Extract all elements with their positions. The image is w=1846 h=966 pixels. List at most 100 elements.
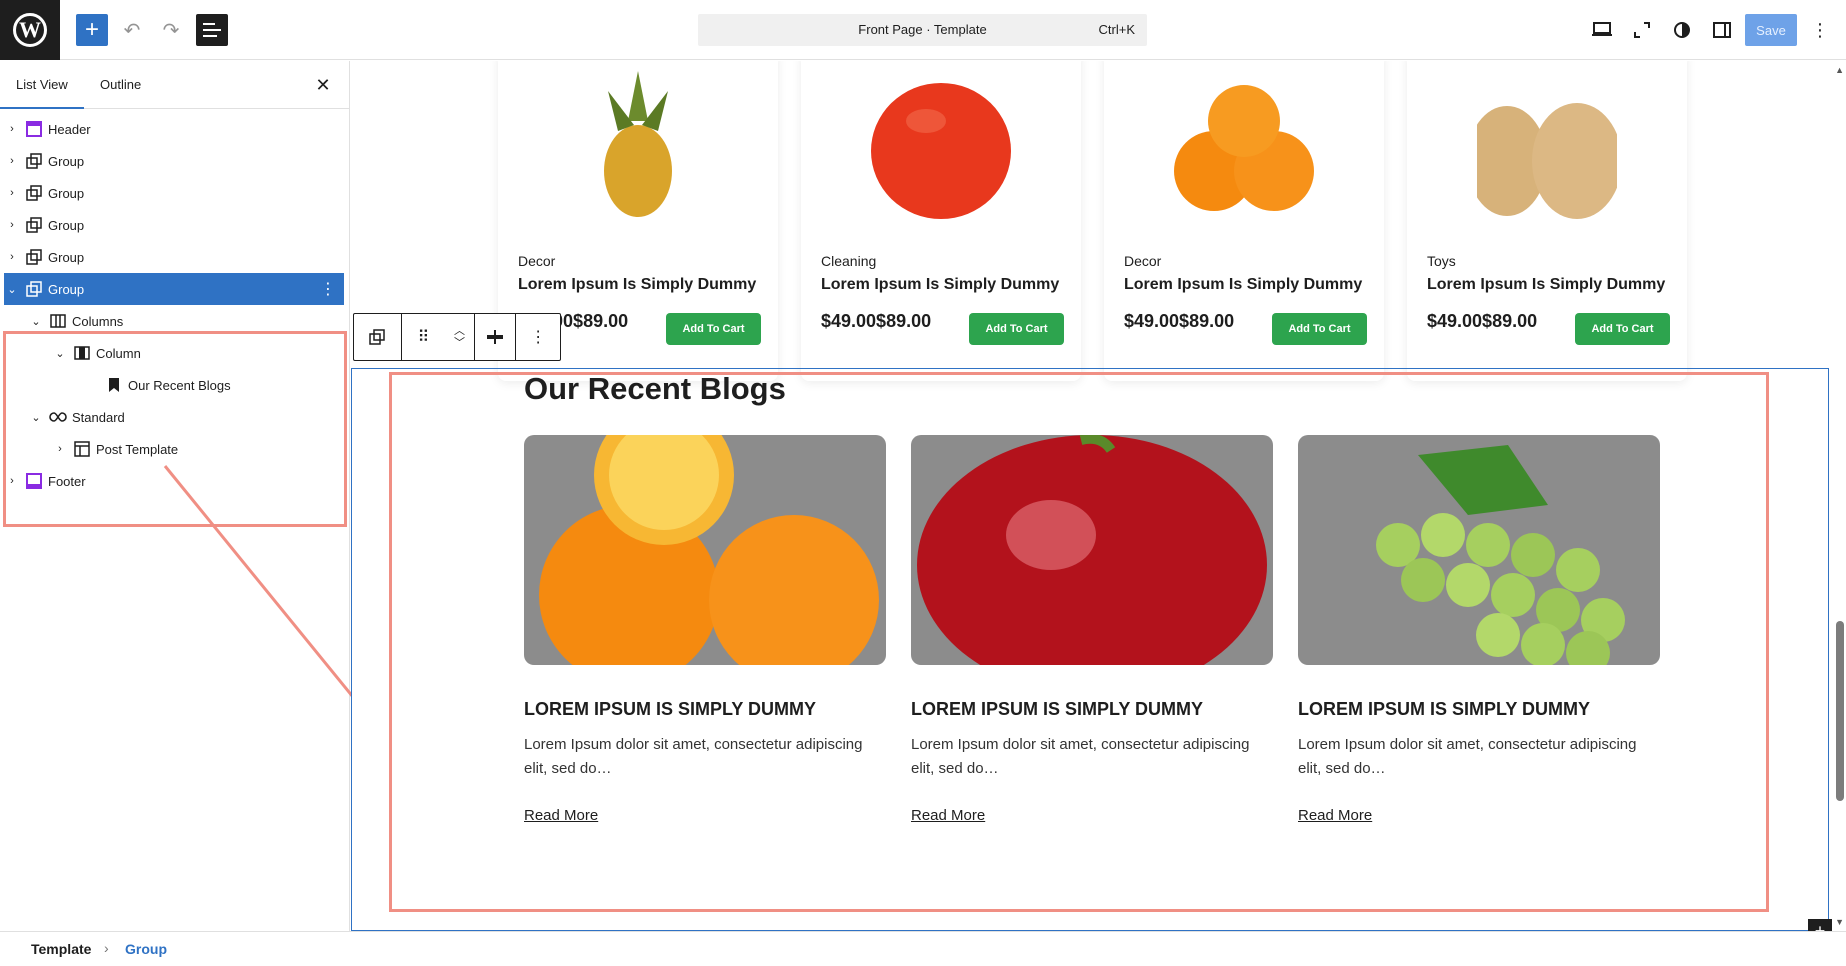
- pineapple-image: [604, 71, 672, 217]
- document-overview-button[interactable]: [196, 14, 228, 46]
- list-item-group[interactable]: › Group: [4, 209, 344, 241]
- header-icon: [24, 119, 44, 139]
- more-vertical-icon: ⋮: [1811, 19, 1829, 40]
- blogs-heading[interactable]: Our Recent Blogs: [524, 371, 786, 407]
- plus-icon: +: [84, 16, 99, 43]
- tab-outline[interactable]: Outline: [84, 61, 157, 109]
- blog-title[interactable]: LOREM IPSUM IS SIMPLY DUMMY: [911, 699, 1203, 720]
- redo-icon: ↷: [162, 19, 180, 42]
- columns-icon: [48, 311, 68, 331]
- product-price: $49.00$89.00: [1124, 311, 1235, 331]
- chevron-down-icon[interactable]: ⌄: [28, 315, 44, 328]
- group-icon: [369, 329, 386, 345]
- command-shortcut: Ctrl+K: [1098, 22, 1135, 37]
- styles-button[interactable]: [1666, 14, 1698, 46]
- group-icon: [24, 279, 44, 299]
- undo-button[interactable]: ↶: [116, 14, 148, 46]
- list-item-label: Group: [48, 249, 85, 265]
- product-card: Cleaning Lorem Ipsum Is Simply Dummy $49…: [801, 61, 1081, 381]
- block-inserter-button[interactable]: +: [76, 14, 108, 46]
- list-item-label: Columns: [72, 313, 124, 329]
- product-card: Decor Lorem Ipsum Is Simply Dummy $49.00…: [1104, 61, 1384, 381]
- product-title[interactable]: Lorem Ipsum Is Simply Dummy: [1124, 276, 1362, 294]
- chevron-right-icon[interactable]: ›: [4, 187, 20, 199]
- sidebar-tabs: List View Outline ✕: [0, 61, 349, 109]
- close-icon[interactable]: ✕: [313, 75, 333, 95]
- chevron-right-icon[interactable]: ›: [4, 123, 20, 135]
- read-more-link[interactable]: Read More: [1298, 807, 1372, 824]
- list-item-label: Group: [48, 217, 85, 233]
- list-item-group[interactable]: › Group: [4, 177, 344, 209]
- add-to-cart-button[interactable]: Add To Cart: [666, 313, 761, 345]
- scroll-down-icon[interactable]: ▼: [1835, 917, 1844, 927]
- breadcrumb: Template › Group: [0, 931, 1846, 966]
- list-item-label: Group: [48, 153, 85, 169]
- blog-title[interactable]: LOREM IPSUM IS SIMPLY DUMMY: [1298, 699, 1590, 720]
- list-item-label: Group: [48, 281, 85, 297]
- blog-post-card: LOREM IPSUM IS SIMPLY DUMMY Lorem Ipsum …: [524, 435, 886, 824]
- add-to-cart-button[interactable]: Add To Cart: [1272, 313, 1367, 345]
- scroll-thumb[interactable]: [1836, 621, 1844, 801]
- chevron-right-icon[interactable]: ›: [4, 155, 20, 167]
- chevron-right-icon: ›: [104, 940, 109, 956]
- blog-image-apple: [911, 435, 1273, 665]
- zoom-out-button[interactable]: [1626, 14, 1658, 46]
- block-type-button[interactable]: [354, 314, 402, 360]
- product-price: $49.00$89.00: [1427, 311, 1538, 331]
- blog-excerpt: Lorem Ipsum dolor sit amet, consectetur …: [1298, 736, 1637, 777]
- align-center-icon: [487, 330, 504, 344]
- read-more-link[interactable]: Read More: [911, 807, 985, 824]
- chevron-down-icon[interactable]: ⌄: [4, 283, 20, 296]
- chevron-right-icon[interactable]: ›: [4, 251, 20, 263]
- block-options-button[interactable]: ⋮: [516, 314, 560, 360]
- product-price: $49.00$89.00: [821, 311, 932, 331]
- command-palette-button[interactable]: Front Page · Template Ctrl+K: [698, 14, 1147, 46]
- canvas-scrollbar[interactable]: ▲ ▼: [1832, 61, 1846, 931]
- chevron-down-icon: ﹀: [453, 337, 465, 349]
- group-icon: [24, 247, 44, 267]
- wordpress-logo-button[interactable]: W: [0, 0, 60, 60]
- list-item-label: Header: [48, 121, 91, 137]
- more-vertical-icon[interactable]: ⋮: [320, 279, 336, 299]
- save-button[interactable]: Save: [1745, 14, 1797, 46]
- options-menu-button[interactable]: ⋮: [1804, 14, 1836, 46]
- plus-icon: +: [1814, 920, 1826, 932]
- drag-handle[interactable]: ⠿: [402, 314, 446, 360]
- scroll-up-icon[interactable]: ▲: [1835, 65, 1844, 75]
- read-more-link[interactable]: Read More: [524, 807, 598, 824]
- tomato-image: [871, 83, 1011, 219]
- tab-list-view[interactable]: List View: [0, 61, 84, 109]
- drag-handle-icon: ⠿: [417, 329, 430, 346]
- expand-icon: [1634, 22, 1650, 38]
- settings-sidebar-button[interactable]: [1706, 14, 1738, 46]
- product-title[interactable]: Lorem Ipsum Is Simply Dummy: [1427, 276, 1665, 294]
- list-item-group-selected[interactable]: ⌄ Group ⋮: [4, 273, 344, 305]
- add-to-cart-button[interactable]: Add To Cart: [1575, 313, 1670, 345]
- blog-excerpt: Lorem Ipsum dolor sit amet, consectetur …: [911, 736, 1250, 777]
- list-item-group[interactable]: › Group: [4, 241, 344, 273]
- list-item-group[interactable]: › Group: [4, 145, 344, 177]
- command-title: Front Page · Template: [858, 22, 987, 37]
- editor-canvas: Decor Lorem Ipsum Is Simply Dummy $49.00…: [351, 61, 1846, 931]
- move-up-down-button[interactable]: ︿ ﹀: [445, 314, 475, 360]
- blog-title[interactable]: LOREM IPSUM IS SIMPLY DUMMY: [524, 699, 816, 720]
- chevron-right-icon[interactable]: ›: [4, 219, 20, 231]
- redo-button[interactable]: ↷: [155, 14, 187, 46]
- product-title[interactable]: Lorem Ipsum Is Simply Dummy: [821, 276, 1059, 294]
- undo-icon: ↶: [123, 19, 141, 42]
- group-icon: [24, 151, 44, 171]
- product-category: Decor: [518, 253, 556, 269]
- blog-post-card: LOREM IPSUM IS SIMPLY DUMMY Lorem Ipsum …: [911, 435, 1273, 824]
- add-to-cart-button[interactable]: Add To Cart: [969, 313, 1064, 345]
- align-button[interactable]: [475, 314, 517, 360]
- device-preview-button[interactable]: [1586, 14, 1618, 46]
- list-item-header[interactable]: › Header: [4, 113, 344, 145]
- more-vertical-icon: ⋮: [530, 329, 547, 346]
- list-view-sidebar: List View Outline ✕ › Header › Group › G…: [0, 61, 350, 931]
- product-title[interactable]: Lorem Ipsum Is Simply Dummy: [518, 276, 756, 294]
- append-block-button[interactable]: +: [1808, 919, 1832, 931]
- breadcrumb-template[interactable]: Template: [31, 941, 91, 957]
- chevron-up-icon: ︿: [453, 325, 465, 337]
- potatoes-image: [1477, 103, 1617, 219]
- group-icon: [24, 215, 44, 235]
